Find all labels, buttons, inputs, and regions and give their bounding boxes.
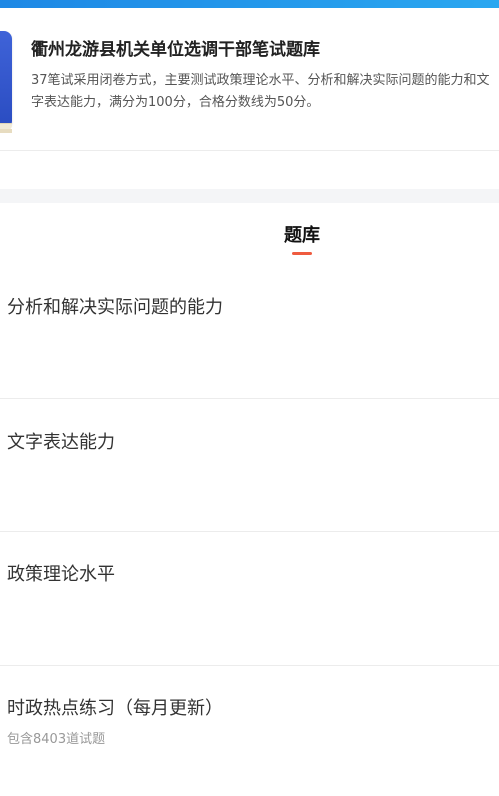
section-title-underline [292, 252, 312, 255]
course-title: 衢州龙游县机关单位选调干部笔试题库 [31, 40, 320, 60]
section-gap [0, 189, 499, 203]
book-cover-icon [0, 31, 12, 129]
question-bank-item-writing[interactable]: 文字表达能力 [0, 399, 499, 532]
question-bank-item-analysis[interactable]: 分析和解决实际问题的能力 [0, 265, 499, 399]
card-divider [0, 150, 499, 151]
question-bank-item-label: 分析和解决实际问题的能力 [7, 297, 223, 318]
top-accent-bar [0, 0, 499, 8]
book-shadow-decor [0, 129, 12, 133]
question-bank-item-label: 时政热点练习（每月更新） [7, 698, 223, 719]
section-title: 题库 [284, 225, 320, 246]
question-bank-item-label: 政策理论水平 [7, 564, 115, 585]
course-description: 37笔试采用闭卷方式，主要测试政策理论水平、分析和解决实际问题的能力和文字表达能… [31, 73, 490, 110]
course-info-card: 衢州龙游县机关单位选调干部笔试题库 37笔试采用闭卷方式，主要测试政策理论水平、… [0, 19, 499, 150]
question-bank-item-current-affairs[interactable]: 时政热点练习（每月更新） 包含8403道试题 [0, 666, 499, 796]
question-bank-item-label: 文字表达能力 [7, 432, 115, 453]
question-count: 包含8403道试题 [7, 732, 106, 747]
question-bank-item-policy-theory[interactable]: 政策理论水平 [0, 532, 499, 665]
